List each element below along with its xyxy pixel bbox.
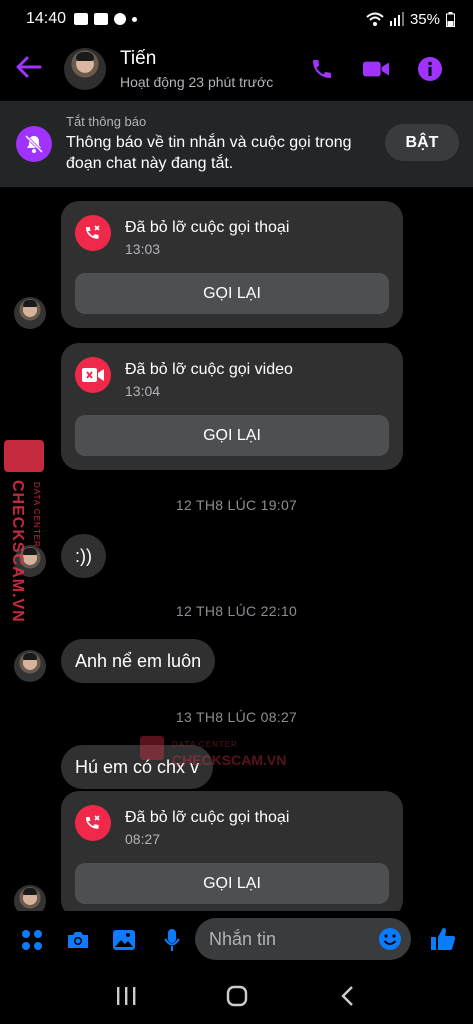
more-notifications-icon — [132, 16, 138, 22]
voice-message-button[interactable] — [160, 928, 184, 952]
camera-button[interactable] — [66, 928, 90, 952]
call-title: Đã bỏ lỡ cuộc gọi thoại — [125, 809, 290, 826]
call-title: Đã bỏ lỡ cuộc gọi video — [125, 361, 293, 378]
video-call-button[interactable] — [363, 56, 389, 82]
banner-text: Tắt thông báo Thông báo về tin nhắn và c… — [66, 114, 386, 174]
image-icon — [113, 930, 135, 950]
notification-icons — [74, 13, 138, 25]
status-time: 14:40 — [26, 10, 67, 27]
microphone-icon — [164, 929, 180, 951]
message-bubble[interactable]: Anh nể em luôn — [61, 639, 216, 683]
contact-activity-status: Hoạt động 23 phút trước — [120, 74, 274, 90]
watermark-side-text: CHECKSCAM.VN — [9, 480, 26, 623]
call-time: 13:04 — [125, 383, 161, 399]
banner-title: Tắt thông báo — [66, 114, 147, 129]
status-bar: 14:40 35% — [0, 0, 473, 38]
gallery-notification-icon — [74, 13, 89, 25]
recents-button[interactable] — [111, 981, 141, 1011]
watermark-side-sub: DATA CENTER — [32, 482, 41, 548]
wifi-icon — [366, 12, 384, 26]
contact-avatar[interactable] — [64, 48, 106, 90]
system-navigation-bar — [0, 968, 473, 1024]
missed-video-icon — [75, 357, 111, 393]
message-bubble[interactable]: :)) — [61, 534, 106, 578]
camera-icon — [68, 932, 88, 948]
missed-voice-call-card: Đã bỏ lỡ cuộc gọi thoại 08:27 GỌI LẠI — [61, 791, 403, 911]
call-back-button[interactable]: GỌI LẠI — [75, 863, 389, 904]
signal-icon — [389, 12, 404, 26]
watermark-lock-icon — [140, 736, 164, 760]
grid-dots-icon — [22, 930, 42, 950]
gallery-button[interactable] — [112, 928, 136, 952]
battery-icon — [446, 11, 455, 27]
contact-info[interactable]: Tiến Hoạt động 23 phút trước — [120, 48, 273, 90]
back-arrow-icon — [16, 56, 42, 78]
battery-percent: 35% — [409, 10, 440, 28]
watermark-center-sub: DATA CENTER — [172, 740, 238, 749]
missed-call-icon — [75, 215, 111, 251]
recents-icon — [116, 987, 135, 1005]
alarm-notification-icon — [114, 13, 127, 25]
bell-off-icon — [16, 126, 52, 162]
unmute-button[interactable]: BẬT — [385, 124, 459, 161]
home-button[interactable] — [222, 981, 252, 1011]
like-button[interactable] — [430, 926, 456, 952]
timestamp-divider: 12 TH8 LÚC 19:07 — [175, 497, 298, 513]
emoji-icon[interactable] — [378, 927, 402, 951]
watermark-center-text: CHECKSCAM.VN — [172, 752, 287, 768]
banner-body: Thông báo về tin nhắn và cuộc gọi trong … — [66, 134, 352, 172]
contact-avatar-small[interactable] — [14, 297, 46, 329]
call-title: Đã bỏ lỡ cuộc gọi thoại — [125, 219, 290, 236]
timestamp-divider: 12 TH8 LÚC 22:10 — [175, 603, 298, 619]
timestamp-divider: 13 TH8 LÚC 08:27 — [175, 709, 298, 725]
info-button[interactable] — [417, 56, 443, 82]
chat-header: Tiến Hoạt động 23 phút trước — [0, 38, 473, 100]
contact-name: Tiến — [120, 48, 157, 69]
message-list[interactable]: Đã bỏ lỡ cuộc gọi thoại 13:03 GỌI LẠI Đã… — [0, 187, 473, 911]
notifications-muted-banner: Tắt thông báo Thông báo về tin nhắn và c… — [0, 101, 473, 187]
back-button[interactable] — [16, 55, 52, 83]
phone-icon — [313, 60, 331, 78]
info-icon — [418, 57, 442, 81]
video-camera-icon — [363, 61, 389, 77]
more-actions-button[interactable] — [20, 928, 44, 952]
back-nav-button[interactable] — [333, 981, 363, 1011]
home-icon — [226, 985, 247, 1007]
call-back-button[interactable]: GỌI LẠI — [75, 415, 389, 456]
message-input[interactable] — [209, 928, 369, 950]
youtube-notification-icon — [94, 13, 109, 25]
missed-voice-call-card: Đã bỏ lỡ cuộc gọi thoại 13:03 GỌI LẠI — [61, 201, 403, 328]
header-actions — [309, 56, 443, 82]
watermark-side: CHECKSCAM.VN DATA CENTER — [4, 440, 48, 640]
contact-avatar-small[interactable] — [14, 885, 46, 911]
watermark-center: DATA CENTER CHECKSCAM.VN — [140, 736, 310, 776]
missed-call-icon — [75, 805, 111, 841]
contact-avatar-small[interactable] — [14, 650, 46, 682]
call-time: 13:03 — [125, 241, 161, 257]
voice-call-button[interactable] — [309, 56, 335, 82]
chevron-left-icon — [340, 986, 353, 1006]
message-composer — [0, 912, 473, 968]
watermark-lock-icon — [4, 440, 44, 472]
message-input-wrapper[interactable] — [195, 918, 411, 960]
call-back-button[interactable]: GỌI LẠI — [75, 273, 389, 314]
call-time: 08:27 — [125, 831, 161, 847]
thumbs-up-icon — [431, 928, 456, 950]
status-right: 35% — [366, 11, 455, 28]
missed-video-call-card: Đã bỏ lỡ cuộc gọi video 13:04 GỌI LẠI — [61, 343, 403, 470]
